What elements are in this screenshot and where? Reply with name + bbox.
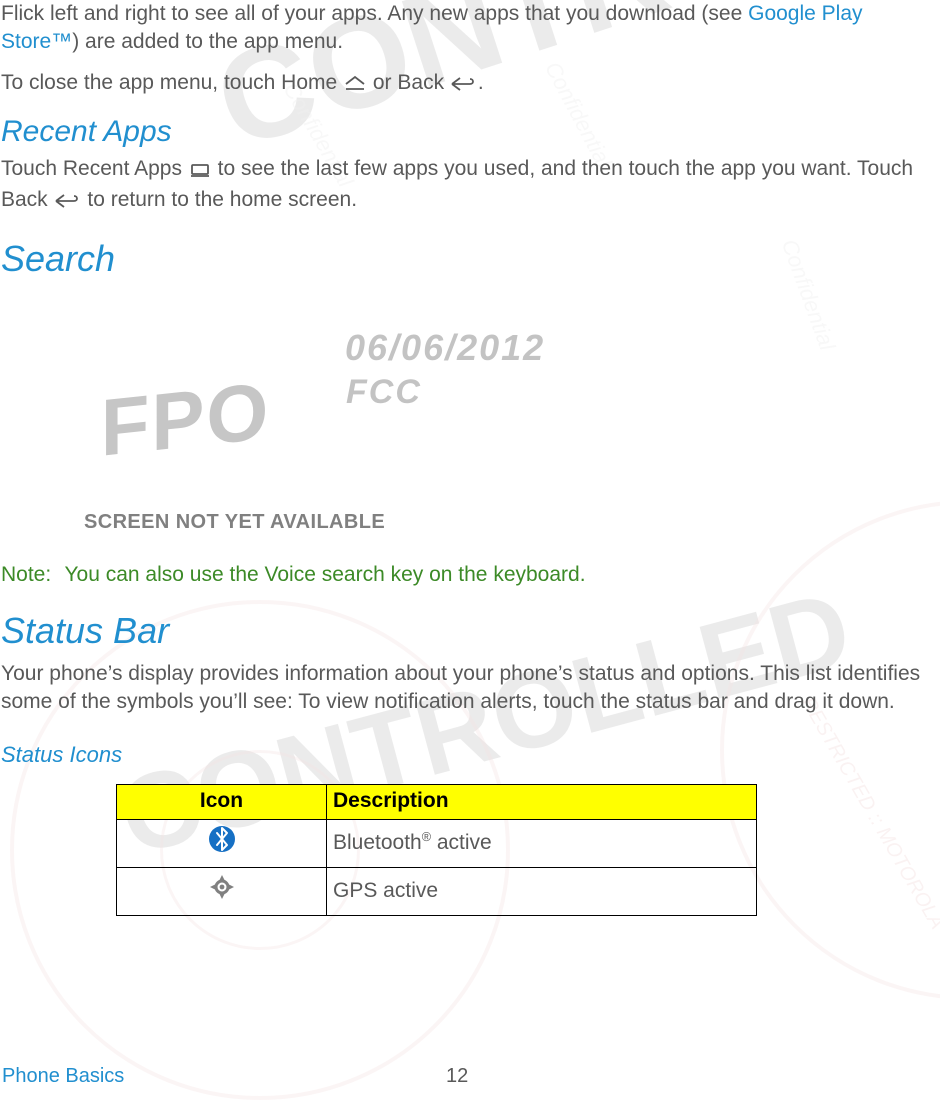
table-header-row: Icon Description xyxy=(117,785,757,820)
status-icons-table: Icon Description Bluetooth® active xyxy=(116,784,757,916)
gps-desc-cell: GPS active xyxy=(327,868,757,916)
back-icon xyxy=(54,189,82,217)
text: or Back xyxy=(373,71,450,94)
bluetooth-icon-cell xyxy=(117,820,327,868)
text: Flick left and right to see all of your … xyxy=(1,2,748,25)
gps-icon-cell xyxy=(117,868,327,916)
search-heading: Search xyxy=(1,235,936,284)
text: . xyxy=(478,71,484,94)
apps-intro-paragraph: Flick left and right to see all of your … xyxy=(1,0,936,57)
status-icons-subheading: Status Icons xyxy=(1,740,936,770)
bluetooth-icon xyxy=(207,836,237,859)
table-row: GPS active xyxy=(117,868,757,916)
close-app-menu-paragraph: To close the app menu, touch Home or Bac… xyxy=(1,69,936,100)
recent-apps-paragraph: Touch Recent Apps to see the last few ap… xyxy=(1,155,936,218)
recent-apps-icon xyxy=(188,158,212,186)
page-number: 12 xyxy=(446,1063,468,1090)
text: ) are added to the app menu. xyxy=(72,30,343,53)
home-icon xyxy=(343,72,367,100)
footer-section-label: Phone Basics xyxy=(2,1065,124,1087)
note-label: Note: xyxy=(1,561,59,589)
note-body: You can also use the Voice search key on… xyxy=(64,563,585,586)
text: Touch Recent Apps xyxy=(1,157,188,180)
back-icon xyxy=(450,72,478,100)
status-bar-heading: Status Bar xyxy=(1,607,936,656)
status-bar-paragraph: Your phone’s display provides informatio… xyxy=(1,660,936,717)
search-note: Note: You can also use the Voice search … xyxy=(1,561,936,589)
col-icon-header: Icon xyxy=(117,785,327,820)
page-footer: Phone Basics 12 xyxy=(2,1063,932,1090)
bluetooth-desc-cell: Bluetooth® active xyxy=(327,820,757,868)
table-row: Bluetooth® active xyxy=(117,820,757,868)
text: to return to the home screen. xyxy=(87,188,357,211)
col-description-header: Description xyxy=(327,785,757,820)
page-content: Flick left and right to see all of your … xyxy=(0,0,940,916)
recent-apps-heading: Recent Apps xyxy=(1,112,936,153)
text: To close the app menu, touch Home xyxy=(1,71,343,94)
gps-icon xyxy=(207,884,237,907)
